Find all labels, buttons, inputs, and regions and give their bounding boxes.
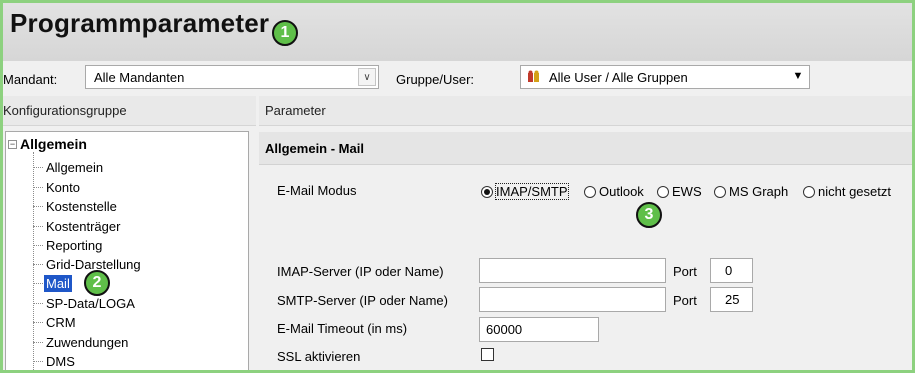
chevron-down-icon[interactable]: ∨ [358,68,376,86]
right-panel-header: Parameter [259,96,912,126]
timeout-label: E-Mail Timeout (in ms) [277,321,408,336]
left-panel-header: Konfigurationsgruppe [3,96,256,126]
radio-label: MS Graph [729,184,789,199]
callout-marker-1: 1 [272,20,298,46]
tree-connector [33,152,34,370]
ssl-label: SSL aktivieren [277,349,361,364]
radio-label: Outlook [599,184,644,199]
imap-port-label: Port [673,264,697,279]
radio-icon [714,186,726,198]
smtp-server-label: SMTP-Server (IP oder Name) [277,293,448,308]
tree-item-label: Konto [46,180,80,195]
imap-port-input[interactable]: 0 [710,258,753,283]
gruppe-dropdown-value: Alle User / Alle Gruppen [549,70,688,85]
page-title: Programmparameter [10,8,270,38]
smtp-port-input[interactable]: 25 [710,287,753,312]
smtp-server-input[interactable] [479,287,666,312]
radio-icon [657,186,669,198]
imap-server-input[interactable] [479,258,666,283]
user-group-icon [528,70,539,82]
radio-label: IMAP/SMTP [495,183,569,200]
mandant-label: Mandant: [3,72,58,87]
config-group-panel: − Allgemein Allgemein Konto Kostenstelle… [3,126,256,370]
dropdown-arrow-icon[interactable]: ▼ [789,68,807,86]
config-tree[interactable]: − Allgemein Allgemein Konto Kostenstelle… [5,131,249,370]
tree-item-label: SP-Data/LOGA [46,296,135,311]
title-bar: Programmparameter 1 [3,3,912,61]
gruppe-label: Gruppe/User: [396,72,475,87]
tree-item-label: Kostenstelle [46,199,117,214]
radio-label: nicht gesetzt [818,184,891,199]
tree-item-label: DMS [46,354,75,369]
app-window: Programmparameter 1 Mandant: Alle Mandan… [0,0,915,373]
smtp-port-label: Port [673,293,697,308]
parameter-panel: Allgemein - Mail E-Mail Modus IMAP/SMTP … [259,126,912,370]
collapse-icon[interactable]: − [8,140,17,149]
radio-icon [803,186,815,198]
callout-marker-3: 3 [636,202,662,228]
tree-item-label: CRM [46,315,76,330]
tree-item-label: Allgemein [46,160,104,175]
mail-mode-label: E-Mail Modus [277,183,357,198]
radio-label: EWS [672,184,702,199]
imap-server-label: IMAP-Server (IP oder Name) [277,264,444,279]
tree-item-label: Reporting [46,238,103,253]
ssl-checkbox[interactable] [481,348,494,361]
tree-item-label: Kostenträger [46,219,121,234]
timeout-input[interactable]: 60000 [479,317,599,342]
filter-bar: Mandant: Alle Mandanten ∨ Gruppe/User: A… [3,61,912,96]
tree-root-allgemein[interactable]: Allgemein [20,136,87,152]
radio-selected-icon [481,186,493,198]
tree-item-label: Mail [44,275,72,292]
mandant-dropdown-value: Alle Mandanten [94,70,185,85]
section-title: Allgemein - Mail [259,132,912,165]
callout-marker-2: 2 [84,270,110,296]
radio-icon [584,186,596,198]
gruppe-dropdown[interactable]: Alle User / Alle Gruppen ▼ [520,65,810,89]
tree-item-label: Zuwendungen [46,335,129,350]
mandant-dropdown[interactable]: Alle Mandanten ∨ [85,65,379,89]
